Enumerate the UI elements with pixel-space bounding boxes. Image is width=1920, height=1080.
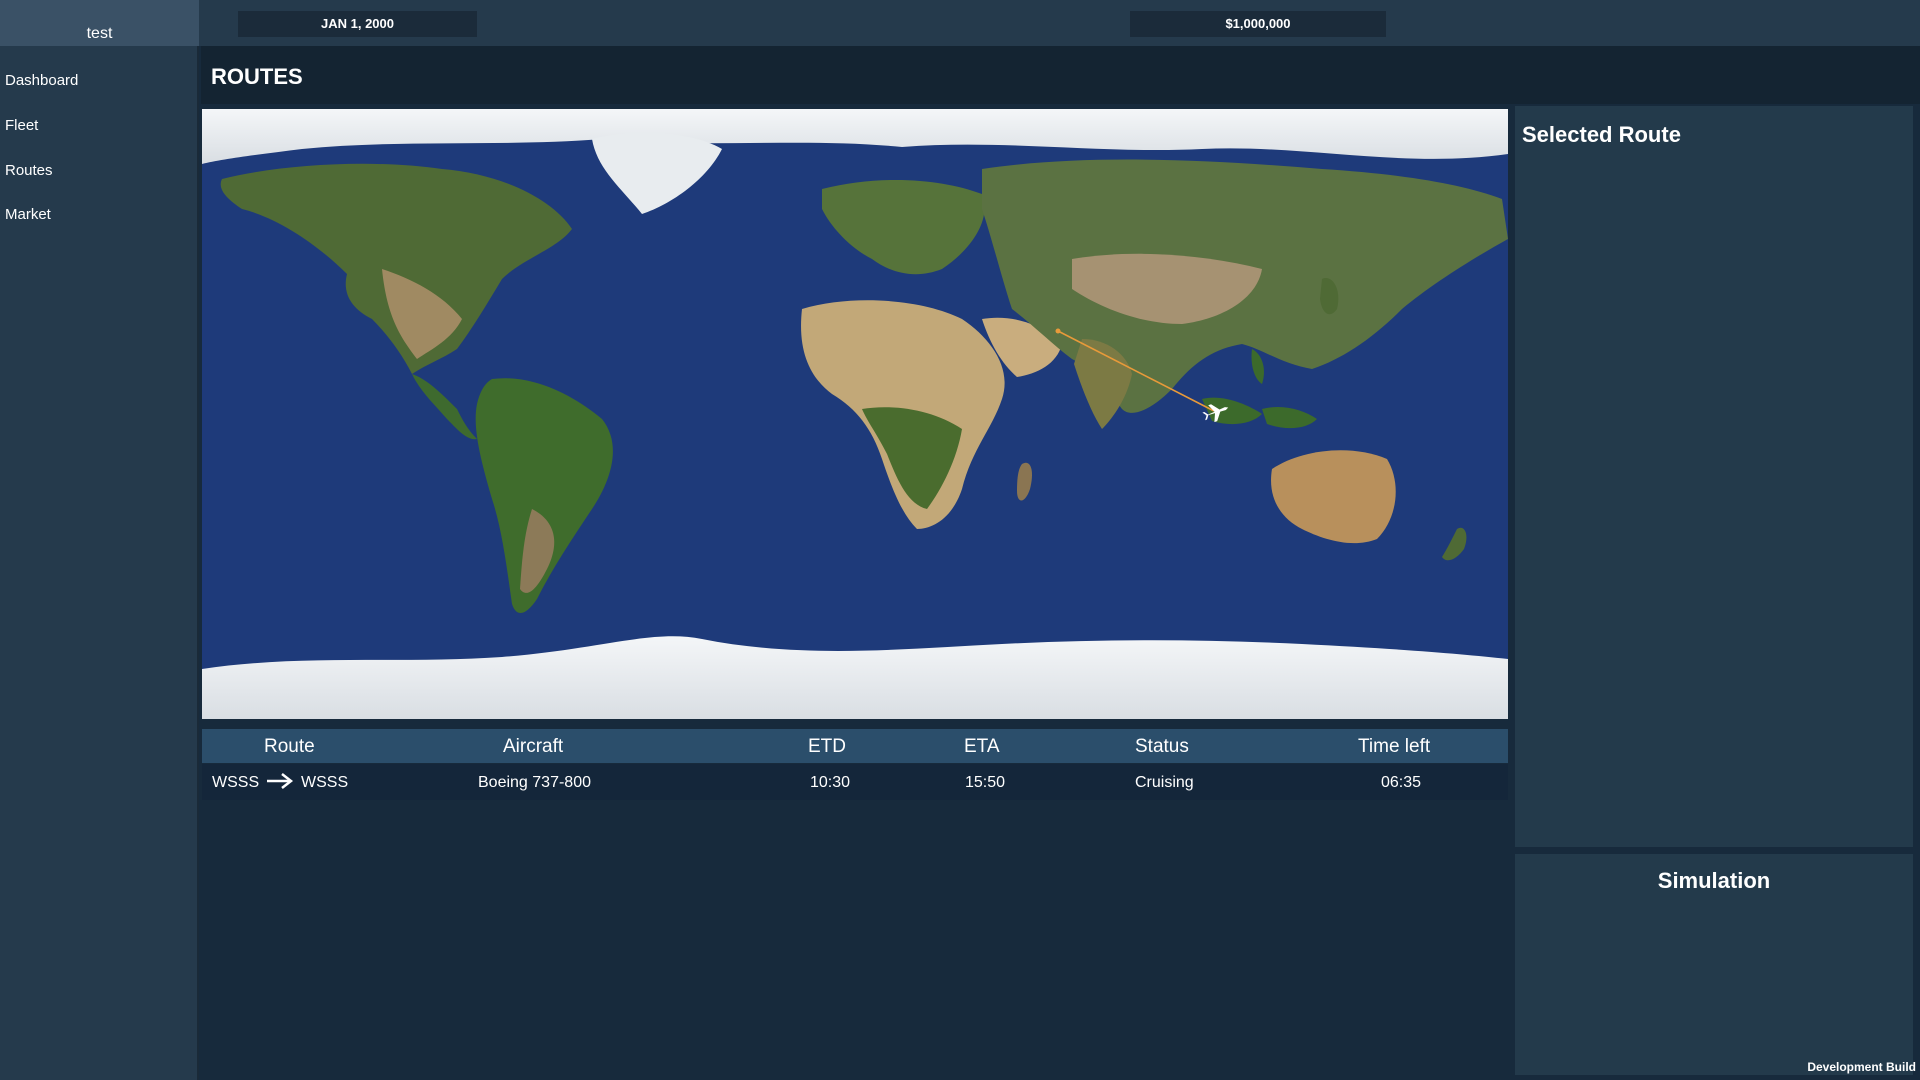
sidebar-item-market[interactable]: Market xyxy=(5,206,51,223)
world-map[interactable] xyxy=(202,109,1508,719)
world-map-graphic xyxy=(202,109,1508,719)
simulation-panel: Simulation xyxy=(1515,854,1913,1075)
route-origin-marker xyxy=(1055,328,1061,334)
column-header-etd[interactable]: ETD xyxy=(808,736,846,758)
aircraft-cell: Boeing 737-800 xyxy=(478,774,591,791)
route-destination: WSSS xyxy=(301,774,349,791)
column-header-eta[interactable]: ETA xyxy=(964,736,1000,758)
route-origin: WSSS xyxy=(212,774,260,791)
sidebar-item-dashboard[interactable]: Dashboard xyxy=(5,72,78,89)
simulation-title: Simulation xyxy=(1657,868,1771,893)
column-header-route[interactable]: Route xyxy=(264,736,315,758)
sidebar-item-fleet[interactable]: Fleet xyxy=(5,117,38,134)
column-header-time-left[interactable]: Time left xyxy=(1358,736,1430,758)
cash-balance: $1,000,000 xyxy=(1130,11,1386,37)
status-cell: Cruising xyxy=(1135,774,1194,791)
column-header-aircraft[interactable]: Aircraft xyxy=(503,736,563,758)
page-title: ROUTES xyxy=(211,64,303,89)
account-name[interactable]: test xyxy=(0,0,199,46)
selected-route-panel: Selected Route xyxy=(1515,106,1913,847)
selected-route-title: Selected Route xyxy=(1522,122,1681,147)
game-date: JAN 1, 2000 xyxy=(238,11,477,37)
table-row[interactable]: WSSS WSSS Boeing 737-800 10:30 15:50 Cru… xyxy=(202,764,1508,800)
sidebar: Dashboard Fleet Routes Market xyxy=(0,46,199,1080)
etd-cell: 10:30 xyxy=(810,774,851,791)
arrow-right-icon xyxy=(267,773,294,789)
routes-table-header: Route Aircraft ETD ETA Status Time left xyxy=(202,729,1508,763)
page-header xyxy=(201,46,1920,104)
development-build-label: Development Build xyxy=(1807,1060,1916,1074)
sidebar-item-routes[interactable]: Routes xyxy=(5,162,53,179)
eta-cell: 15:50 xyxy=(965,774,1006,791)
routes-table-body xyxy=(202,800,1508,1075)
time-left-cell: 06:35 xyxy=(1381,774,1422,791)
top-bar: test JAN 1, 2000 $1,000,000 xyxy=(0,0,1920,46)
column-header-status[interactable]: Status xyxy=(1135,736,1189,758)
